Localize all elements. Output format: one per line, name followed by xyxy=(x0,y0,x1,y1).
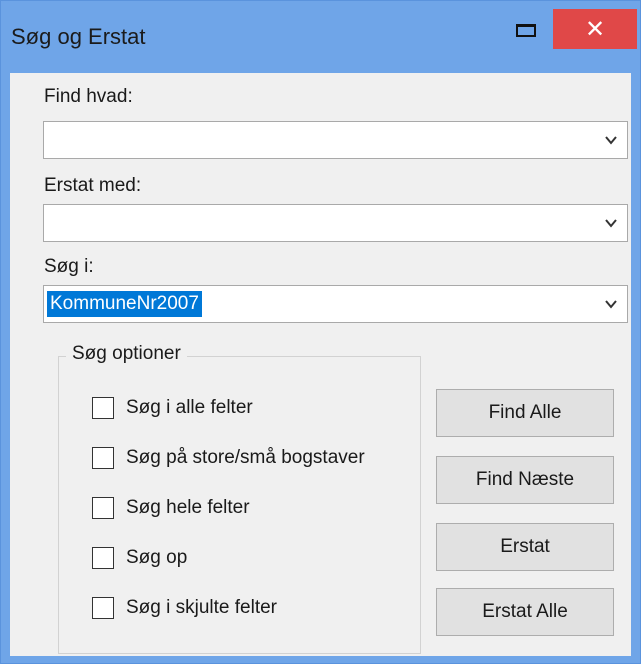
search-in-selected-value: KommuneNr2007 xyxy=(47,291,202,317)
dialog-body: Find hvad: Erstat med: Søg i: KommuneNr2… xyxy=(10,73,631,656)
search-in-label: Søg i: xyxy=(44,256,94,277)
option-label: Søg på store/små bogstaver xyxy=(126,447,365,468)
chevron-down-icon[interactable] xyxy=(603,132,619,148)
maximize-button[interactable] xyxy=(506,9,552,49)
search-in-combobox[interactable]: KommuneNr2007 xyxy=(43,285,628,323)
close-button[interactable]: ✕ xyxy=(553,9,637,49)
checkbox[interactable] xyxy=(92,547,114,569)
close-icon: ✕ xyxy=(584,15,606,43)
option-label: Søg op xyxy=(126,547,188,568)
find-all-button[interactable]: Find Alle xyxy=(436,389,614,437)
search-options-legend: Søg optioner xyxy=(66,343,187,365)
option-label: Søg i skjulte felter xyxy=(126,597,277,618)
replace-with-combobox[interactable] xyxy=(43,204,628,242)
replace-button[interactable]: Erstat xyxy=(436,523,614,571)
option-label: Søg hele felter xyxy=(126,497,250,518)
search-replace-dialog: Søg og Erstat ✕ Find hvad: Erstat med: S… xyxy=(0,0,641,664)
checkbox[interactable] xyxy=(92,597,114,619)
checkbox[interactable] xyxy=(92,497,114,519)
replace-with-label: Erstat med: xyxy=(44,175,142,196)
find-what-label: Find hvad: xyxy=(44,86,133,107)
replace-all-button[interactable]: Erstat Alle xyxy=(436,588,614,636)
find-what-combobox[interactable] xyxy=(43,121,628,159)
checkbox[interactable] xyxy=(92,397,114,419)
window-title: Søg og Erstat xyxy=(11,24,146,49)
chevron-down-icon[interactable] xyxy=(603,296,619,312)
title-bar[interactable]: Søg og Erstat ✕ xyxy=(1,1,640,73)
checkbox[interactable] xyxy=(92,447,114,469)
chevron-down-icon[interactable] xyxy=(603,215,619,231)
find-next-button[interactable]: Find Næste xyxy=(436,456,614,504)
maximize-icon xyxy=(516,24,536,37)
option-label: Søg i alle felter xyxy=(126,397,253,418)
